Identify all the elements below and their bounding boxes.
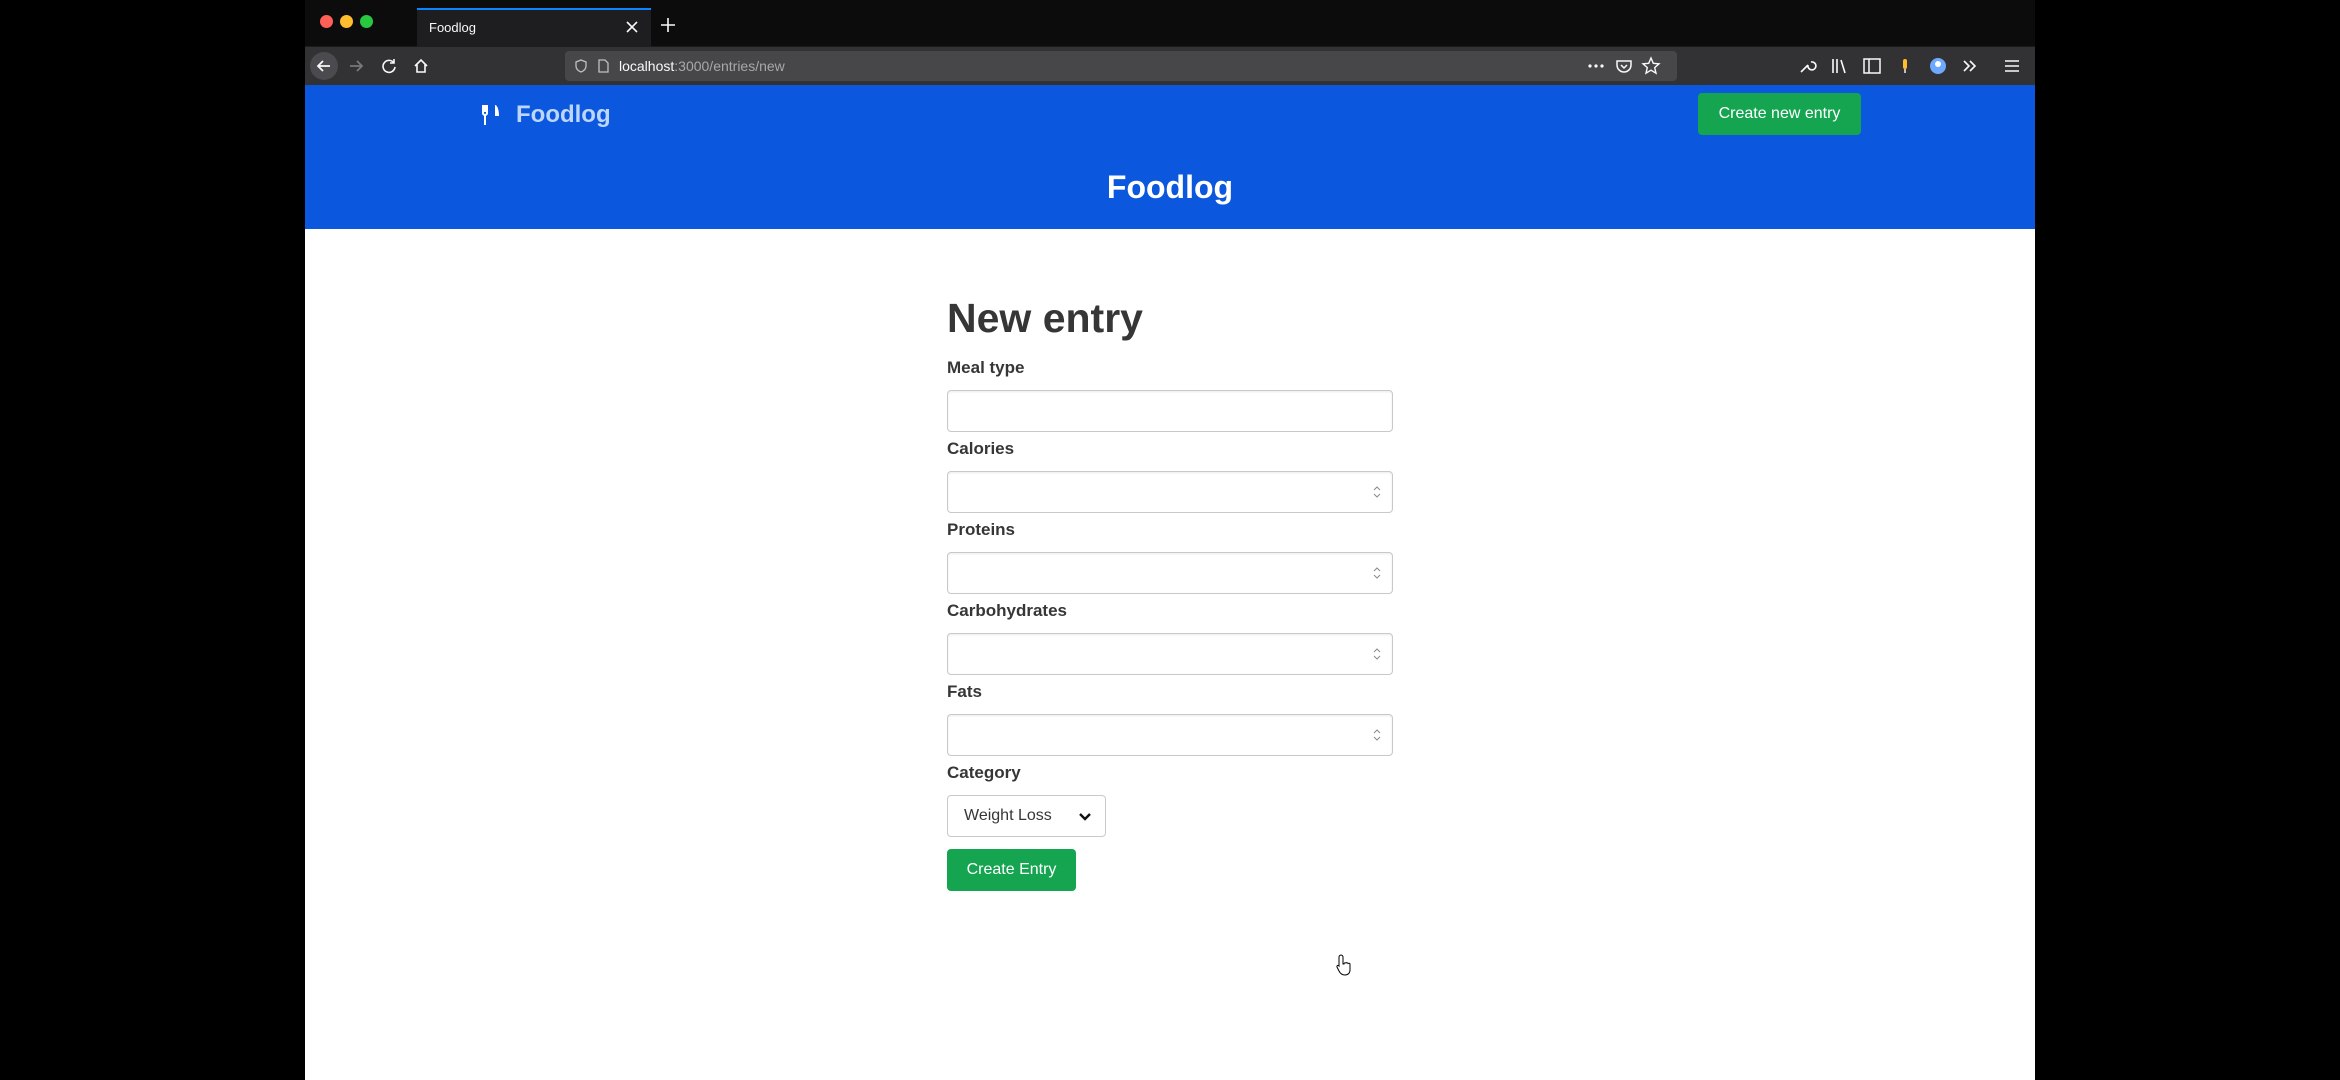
browser-tab[interactable]: Foodlog	[417, 8, 651, 47]
calories-wrapper	[947, 471, 1393, 513]
carbohydrates-label: Carbohydrates	[947, 601, 1067, 620]
address-bar[interactable]: localhost:3000/entries/new	[565, 51, 1677, 81]
create-entry-button[interactable]: Create Entry	[947, 849, 1076, 891]
chevron-down-icon	[1079, 813, 1091, 821]
fats-field: Fats	[947, 682, 1393, 756]
meal-type-input[interactable]	[947, 390, 1393, 432]
forward-arrow-icon[interactable]	[342, 52, 370, 80]
meal-type-field: Meal type	[947, 358, 1393, 432]
tab-bar: Foodlog	[305, 0, 2035, 47]
category-select[interactable]: Weight Loss	[947, 795, 1106, 837]
proteins-wrapper	[947, 552, 1393, 594]
wrench-icon[interactable]	[1796, 55, 1818, 77]
meal-type-label: Meal type	[947, 358, 1025, 377]
number-spinner-icon[interactable]	[1373, 647, 1381, 661]
window-close-button[interactable]	[320, 15, 333, 28]
extension-icon[interactable]	[1894, 55, 1916, 77]
page-content: Foodlog Create new entry Foodlog New ent…	[305, 85, 2035, 1080]
hamburger-menu-icon[interactable]	[2001, 55, 2023, 77]
fats-wrapper	[947, 714, 1393, 756]
number-spinner-icon[interactable]	[1373, 485, 1381, 499]
calories-input[interactable]	[947, 471, 1393, 513]
fats-label: Fats	[947, 682, 982, 701]
new-entry-form: New entry Meal type Calories Proteins Ca…	[947, 295, 1393, 891]
create-new-entry-button[interactable]: Create new entry	[1698, 93, 1861, 135]
url-text[interactable]: localhost:3000/entries/new	[619, 58, 785, 74]
proteins-label: Proteins	[947, 520, 1016, 539]
pointer-cursor-icon	[1336, 954, 1351, 976]
sidebar-icon[interactable]	[1861, 55, 1883, 77]
number-spinner-icon[interactable]	[1373, 566, 1381, 580]
overflow-chevrons-icon[interactable]	[1959, 55, 1981, 77]
star-icon[interactable]	[1640, 55, 1662, 77]
tab-title: Foodlog	[429, 20, 476, 35]
brand-name: Foodlog	[516, 101, 611, 128]
library-icon[interactable]	[1829, 55, 1851, 77]
close-icon[interactable]	[621, 16, 643, 38]
fats-input[interactable]	[947, 714, 1393, 756]
header-title: Foodlog	[1106, 169, 1234, 205]
reload-icon[interactable]	[375, 52, 403, 80]
carbohydrates-field: Carbohydrates	[947, 601, 1393, 675]
browser-window: Foodlog localhost:3000/entries/new Foodl…	[305, 0, 2035, 1080]
back-arrow-icon[interactable]	[310, 52, 338, 80]
fork-knife-icon	[482, 105, 499, 125]
proteins-field: Proteins	[947, 520, 1393, 594]
more-actions-icon[interactable]	[1585, 55, 1607, 77]
category-label: Category	[947, 763, 1021, 782]
shield-icon[interactable]	[573, 58, 589, 74]
window-maximize-button[interactable]	[360, 15, 373, 28]
category-selected-value: Weight Loss	[964, 807, 1052, 824]
category-field: Category Weight Loss	[947, 763, 1393, 837]
navigation-toolbar: localhost:3000/entries/new	[305, 47, 2035, 85]
number-spinner-icon[interactable]	[1373, 728, 1381, 742]
carbohydrates-wrapper	[947, 633, 1393, 675]
carbohydrates-input[interactable]	[947, 633, 1393, 675]
pocket-icon[interactable]	[1613, 55, 1635, 77]
calories-label: Calories	[947, 439, 1015, 458]
window-minimize-button[interactable]	[340, 15, 353, 28]
site-header: Foodlog Create new entry Foodlog	[305, 85, 2035, 229]
page-icon	[598, 59, 609, 73]
page-title: New entry	[947, 295, 1143, 341]
url-path: :3000/entries/new	[674, 58, 785, 74]
home-icon[interactable]	[407, 52, 435, 80]
proteins-input[interactable]	[947, 552, 1393, 594]
account-extension-icon[interactable]	[1927, 55, 1949, 77]
plus-icon[interactable]	[655, 12, 681, 38]
calories-field: Calories	[947, 439, 1393, 513]
url-host: localhost	[619, 58, 675, 74]
